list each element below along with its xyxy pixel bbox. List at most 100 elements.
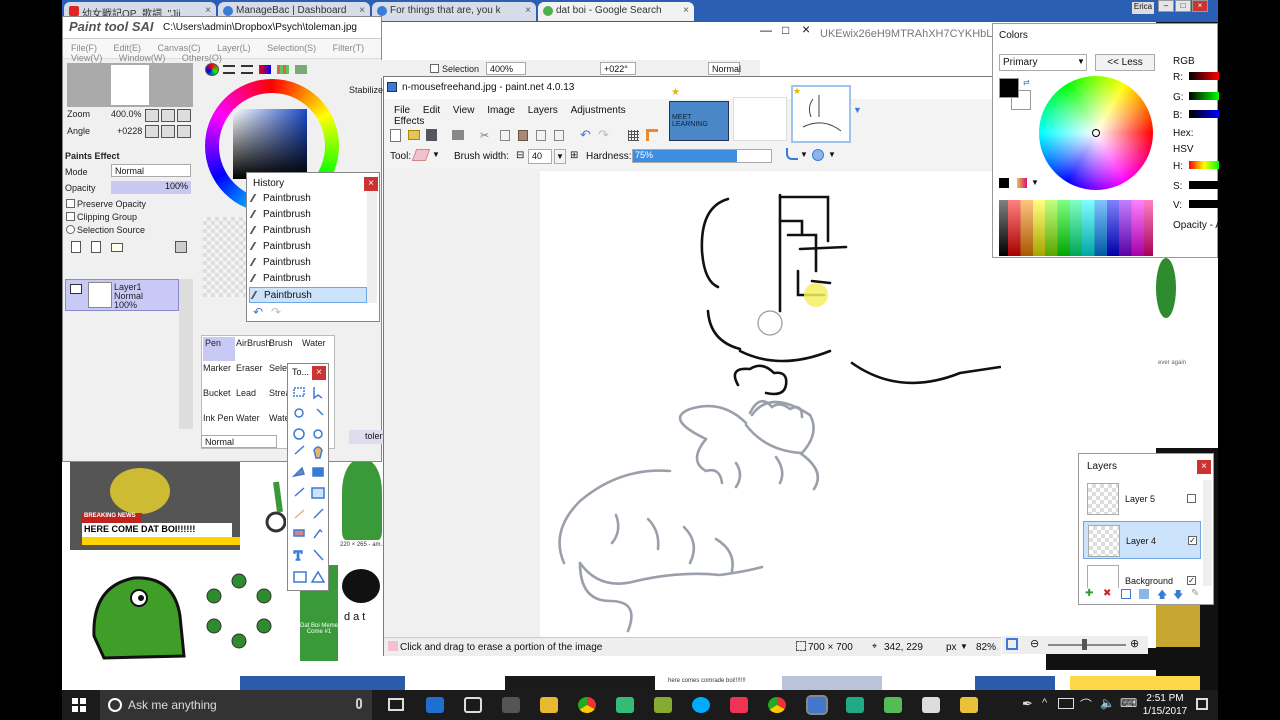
sai-layer-scrollbar[interactable] bbox=[179, 279, 193, 429]
image-result-strip-3[interactable] bbox=[782, 676, 882, 690]
sai-menu-layer[interactable]: Layer(L) bbox=[217, 43, 251, 53]
brush-eraser[interactable]: Eraser bbox=[236, 362, 268, 386]
redo-icon[interactable]: ↷ bbox=[271, 305, 281, 319]
selection-source-checkbox[interactable] bbox=[66, 225, 75, 234]
sai-menu-selection[interactable]: Selection(S) bbox=[267, 43, 316, 53]
sai-menu-canvas[interactable]: Canvas(C) bbox=[158, 43, 201, 53]
sai-menu-window[interactable]: Window(W) bbox=[119, 53, 166, 63]
close-icon[interactable]: × bbox=[359, 5, 365, 16]
frog-thumbnail[interactable] bbox=[1156, 258, 1176, 318]
new-layer-icon[interactable] bbox=[71, 241, 81, 253]
brush-ink-pen[interactable]: Ink Pen bbox=[203, 412, 235, 436]
swatches-icon[interactable] bbox=[277, 65, 289, 74]
clock-time[interactable]: 2:51 PM bbox=[1140, 693, 1190, 704]
s-slider[interactable] bbox=[1189, 181, 1219, 189]
brush-width-decrease-icon[interactable]: ⊟ bbox=[516, 150, 524, 161]
brush-lead[interactable]: Lead bbox=[236, 387, 268, 411]
image-canvas[interactable] bbox=[540, 171, 1001, 637]
brush-width-increase-icon[interactable]: ⊞ bbox=[570, 150, 578, 161]
menu-layers[interactable]: Layers bbox=[528, 105, 558, 116]
add-layer-icon[interactable]: ✚ bbox=[1085, 588, 1093, 599]
app-icon[interactable] bbox=[654, 697, 672, 713]
menu-edit[interactable]: Edit bbox=[423, 105, 440, 116]
brush-width-input[interactable]: 40 bbox=[528, 149, 552, 164]
history-item[interactable]: Paintbrush bbox=[249, 191, 367, 207]
primary-color-swatch[interactable] bbox=[999, 78, 1019, 98]
delete-layer-icon[interactable]: ✖ bbox=[1103, 588, 1111, 599]
swap-colors-icon[interactable]: ⇄ bbox=[1023, 78, 1030, 87]
zoom-out-icon[interactable]: ⊖ bbox=[1030, 637, 1039, 650]
rotate-reset-button[interactable] bbox=[177, 125, 191, 138]
app-icon[interactable] bbox=[884, 697, 902, 713]
task-view-icon[interactable] bbox=[388, 698, 404, 711]
zoom-text[interactable]: 82% bbox=[976, 642, 996, 653]
menu-view[interactable]: View bbox=[453, 105, 475, 116]
unit-dropdown-icon[interactable]: ▼ bbox=[960, 642, 968, 651]
brush-pen[interactable]: Pen bbox=[203, 337, 235, 361]
menu-image[interactable]: Image bbox=[487, 105, 515, 116]
chrome-icon[interactable] bbox=[578, 697, 596, 713]
close-button[interactable]: × bbox=[1192, 0, 1208, 12]
layer-properties-icon[interactable]: ✎ bbox=[1191, 588, 1199, 599]
zoom-in-icon[interactable]: ⊕ bbox=[1130, 637, 1139, 650]
sai-task-button[interactable]: toler bbox=[349, 430, 383, 444]
duplicate-layer-icon[interactable] bbox=[1121, 589, 1131, 599]
close-icon[interactable]: × bbox=[683, 5, 689, 16]
folder-icon[interactable] bbox=[111, 243, 123, 252]
tab-dropdown-icon[interactable]: ▼ bbox=[853, 105, 862, 115]
layers-close-button[interactable]: × bbox=[1197, 460, 1211, 474]
brush-water[interactable]: Water bbox=[302, 337, 334, 361]
brush-water-2[interactable]: Water bbox=[236, 412, 268, 436]
maximize-button[interactable]: □ bbox=[1175, 0, 1191, 12]
color-mode-dropdown-icon[interactable]: ▼ bbox=[1077, 57, 1085, 66]
app-icon[interactable] bbox=[730, 697, 748, 713]
preserve-opacity-checkbox[interactable] bbox=[66, 199, 75, 208]
app-icon[interactable] bbox=[960, 697, 978, 713]
toolbar-mode-field[interactable]: Normal bbox=[708, 62, 741, 75]
keyboard-icon[interactable]: ⌨ bbox=[1120, 696, 1137, 710]
history-close-button[interactable]: × bbox=[364, 177, 378, 191]
zoom-in-button[interactable] bbox=[161, 109, 175, 122]
move-layer-down-icon[interactable]: 🡇 bbox=[1173, 588, 1183, 605]
toolbar-angle-field[interactable]: +022° bbox=[600, 62, 636, 75]
sai-layer-row[interactable]: Layer1 Normal 100% bbox=[65, 279, 179, 311]
zoom-slider-thumb[interactable] bbox=[1082, 639, 1087, 650]
image-result-bike[interactable] bbox=[262, 462, 287, 554]
new-linework-icon[interactable] bbox=[91, 241, 101, 253]
redo-icon[interactable]: ↷ bbox=[598, 127, 609, 143]
blend-mode-icon[interactable] bbox=[812, 149, 824, 161]
minecraft-icon[interactable] bbox=[616, 697, 634, 713]
image-result-breaking-news[interactable]: BREAKING NEWS HERE COME DAT BOI!!!!!! bbox=[70, 462, 240, 550]
paintnet-taskbar-icon[interactable] bbox=[806, 695, 828, 715]
brush-brush[interactable]: Brush bbox=[269, 337, 301, 361]
history-item-selected[interactable]: Paintbrush bbox=[249, 287, 367, 303]
layer-row-5[interactable]: Layer 5 bbox=[1083, 480, 1201, 518]
user-badge[interactable]: Erica bbox=[1132, 2, 1154, 14]
zoom-fit-icon[interactable] bbox=[1006, 638, 1018, 650]
history-item[interactable]: Paintbrush bbox=[249, 271, 367, 287]
history-item[interactable]: Paintbrush bbox=[249, 207, 367, 223]
hsv-slider-icon[interactable] bbox=[241, 65, 253, 74]
deselect-icon[interactable] bbox=[554, 130, 564, 141]
color-wheel-cursor[interactable] bbox=[1092, 129, 1100, 137]
layer-row-background[interactable]: Background ✓ bbox=[1083, 562, 1201, 588]
merge-layer-icon[interactable] bbox=[1139, 589, 1149, 599]
move-layer-up-icon[interactable]: 🡅 bbox=[1157, 588, 1167, 605]
layer-visibility-checkbox[interactable] bbox=[1187, 494, 1196, 503]
sai-maximize-button[interactable]: □ bbox=[782, 23, 789, 37]
color-wheel[interactable] bbox=[1039, 76, 1153, 190]
h-slider[interactable] bbox=[1189, 161, 1219, 169]
notifications-icon[interactable] bbox=[1196, 698, 1208, 710]
zoom-value[interactable]: 400.0% bbox=[111, 109, 142, 119]
eraser-tool-icon[interactable] bbox=[411, 149, 431, 161]
palette-dropdown-icon[interactable]: ▼ bbox=[1031, 178, 1039, 187]
sai-minimize-button[interactable]: — bbox=[760, 23, 772, 37]
r-slider[interactable] bbox=[1189, 72, 1219, 80]
sai-menu-view[interactable]: View(V) bbox=[71, 53, 102, 63]
layer-visibility-checkbox[interactable]: ✓ bbox=[1188, 536, 1197, 545]
history-item[interactable]: Paintbrush bbox=[249, 223, 367, 239]
history-item[interactable]: Paintbrush bbox=[249, 239, 367, 255]
g-slider[interactable] bbox=[1189, 92, 1219, 100]
windows-start-icon[interactable] bbox=[72, 698, 86, 712]
browser-tab-4[interactable]: dat boi - Google Search × bbox=[538, 2, 694, 21]
